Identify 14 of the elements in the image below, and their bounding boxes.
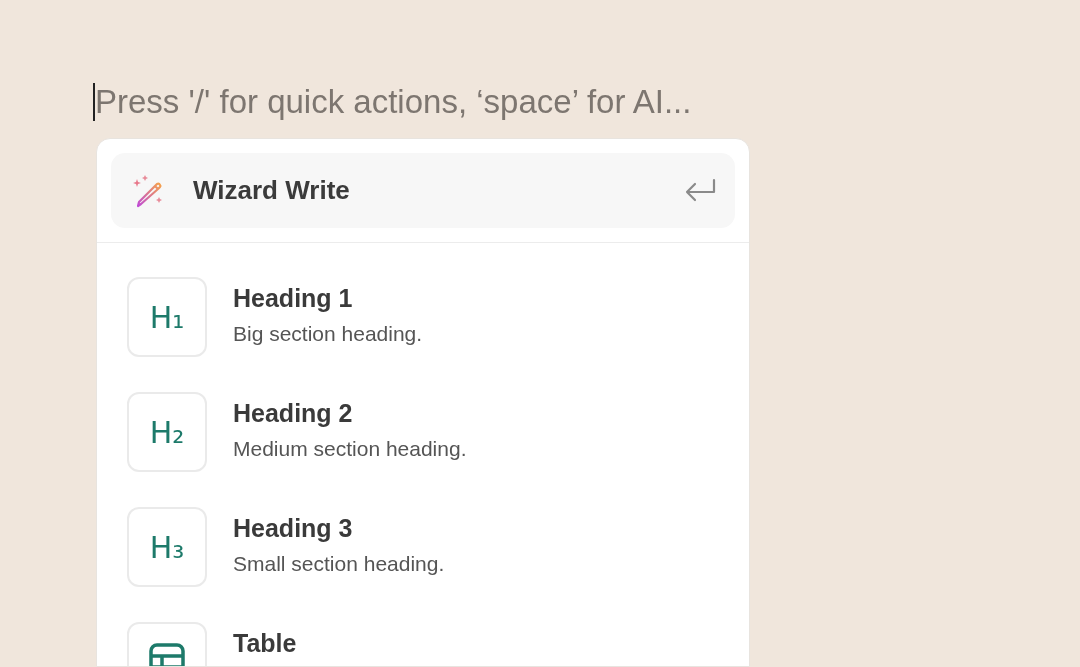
item-title: Heading 2: [233, 398, 354, 429]
item-description: Small section heading.: [233, 551, 445, 577]
item-description: Medium section heading.: [233, 436, 467, 462]
item-title: Table: [233, 628, 297, 659]
item-title: Heading 3: [233, 513, 354, 544]
heading-level-label: H₁: [149, 298, 185, 337]
heading-level-label: H₂: [149, 413, 185, 452]
item-title: Heading 1: [233, 283, 354, 314]
item-description: Big section heading.: [233, 321, 423, 347]
heading-level-label: H₃: [149, 528, 185, 567]
editor-input[interactable]: Press '/' for quick actions, ‘space’ for AI...: [95, 77, 795, 127]
ai-action-label: Wizard Write: [193, 174, 350, 207]
ai-action-item[interactable]: Wizard Write: [111, 153, 735, 228]
text-cursor: [93, 83, 95, 121]
